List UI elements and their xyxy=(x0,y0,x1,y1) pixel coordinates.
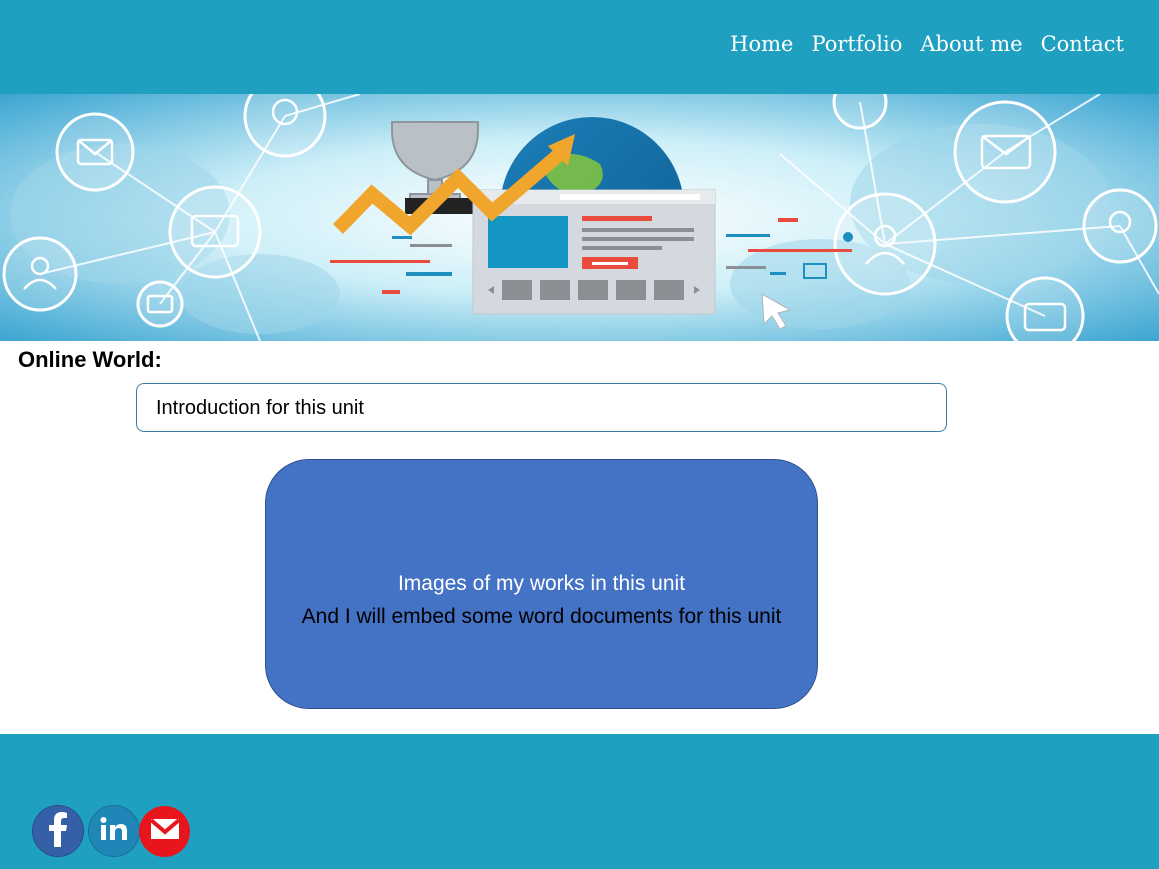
works-line-documents: And I will embed some word documents for… xyxy=(301,605,782,628)
works-placeholder-box: Images of my works in this unit And I wi… xyxy=(265,459,818,709)
intro-box: Introduction for this unit xyxy=(136,383,947,432)
works-line-images: Images of my works in this unit xyxy=(397,572,686,595)
nav-contact-link[interactable]: Contact xyxy=(1041,32,1124,56)
linkedin-link[interactable] xyxy=(88,805,140,857)
nav-portfolio-link[interactable]: Portfolio xyxy=(811,32,902,56)
main-nav: Home Portfolio About me Contact xyxy=(730,32,1124,56)
email-icon xyxy=(149,818,180,845)
facebook-link[interactable] xyxy=(32,805,84,857)
email-link[interactable] xyxy=(139,806,190,857)
nav-about-link[interactable]: About me xyxy=(920,32,1022,56)
intro-text: Introduction for this unit xyxy=(156,397,364,419)
header-bar: Home Portfolio About me Contact xyxy=(0,0,1159,94)
linkedin-icon xyxy=(100,816,128,846)
nav-home-link[interactable]: Home xyxy=(730,32,793,56)
facebook-icon xyxy=(47,811,69,852)
section-title: Online World: xyxy=(18,347,162,372)
hero-banner-image xyxy=(0,94,1159,341)
